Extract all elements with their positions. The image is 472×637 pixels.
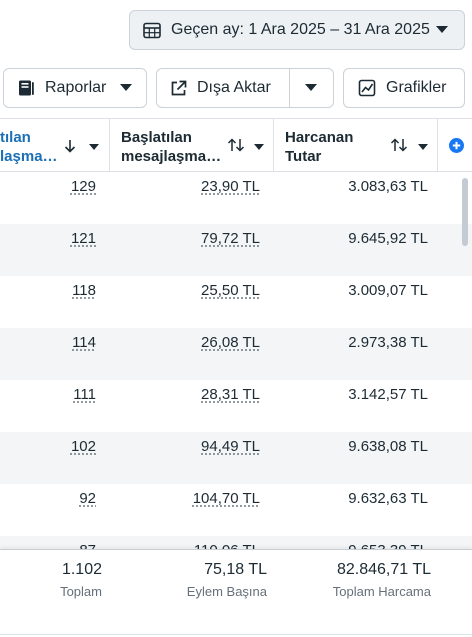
export-icon: [171, 80, 187, 95]
charts-label: Grafikler: [386, 79, 447, 96]
total-label: Eylem Başına: [186, 584, 267, 599]
cell-cost-per-result[interactable]: 25,50 TL: [201, 282, 260, 299]
table-row[interactable]: 92 104,70 TL 9.632,63 TL: [0, 484, 472, 536]
sort-descending-icon[interactable]: [64, 139, 76, 153]
column-header-label: Başlatılan mesajlaşma…: [121, 129, 222, 165]
caret-down-icon: [436, 26, 448, 33]
cell-amount-spent: 9.638,08 TL: [348, 438, 428, 455]
vertical-scrollbar[interactable]: [462, 178, 468, 246]
cell-cost-per-result[interactable]: 104,70 TL: [193, 490, 260, 507]
caret-down-icon[interactable]: [254, 144, 264, 150]
export-options-button[interactable]: [290, 69, 334, 107]
table-row[interactable]: 114 26,08 TL 2.973,38 TL: [0, 328, 472, 380]
cell-messaging-conversations[interactable]: 111: [73, 386, 96, 403]
chart-icon: [358, 79, 376, 97]
cell-cost-per-result[interactable]: 26,08 TL: [201, 334, 260, 351]
total-label: Toplam: [60, 584, 102, 599]
caret-down-icon: [120, 84, 133, 91]
charts-button[interactable]: Grafikler: [343, 68, 465, 108]
cell-amount-spent: 3.083,63 TL: [348, 178, 428, 195]
sort-icon[interactable]: [390, 138, 408, 152]
column-header-amount-spent[interactable]: Harcanan Tutar: [274, 119, 437, 171]
cell-amount-spent: 3.142,57 TL: [348, 386, 428, 403]
export-button[interactable]: Dışa Aktar: [157, 69, 290, 107]
cell-messaging-conversations[interactable]: 129: [71, 178, 96, 195]
cell-messaging-conversations[interactable]: 118: [72, 282, 96, 299]
total-messaging-conversations: 1.102: [61, 561, 102, 578]
cell-messaging-conversations[interactable]: 114: [72, 334, 96, 351]
caret-down-icon[interactable]: [89, 144, 99, 150]
date-range-label: Geçen ay: 1 Ara 2025 – 31 Ara 2025: [171, 21, 430, 38]
table-row[interactable]: 121 79,72 TL 9.645,92 TL: [0, 224, 472, 276]
column-header-cost-per-messaging[interactable]: Başlatılan mesajlaşma…: [110, 119, 273, 171]
cell-messaging-conversations[interactable]: 121: [71, 230, 96, 247]
column-header-messaging-conversations[interactable]: tılan laşma…: [0, 119, 109, 171]
calendar-icon: [143, 22, 161, 39]
export-button-group: Dışa Aktar: [156, 68, 334, 108]
column-divider: [109, 118, 110, 172]
table-row[interactable]: 111 28,31 TL 3.142,57 TL: [0, 380, 472, 432]
total-cost-per-result: 75,18 TL: [204, 561, 267, 578]
add-column-icon[interactable]: [449, 138, 464, 153]
sort-icon[interactable]: [227, 138, 245, 152]
cell-cost-per-result[interactable]: 79,72 TL: [201, 230, 260, 247]
cell-amount-spent: 9.645,92 TL: [348, 230, 428, 247]
column-divider: [437, 118, 438, 172]
cell-messaging-conversations[interactable]: 102: [71, 438, 96, 455]
caret-down-icon: [305, 84, 318, 91]
date-range-button[interactable]: Geçen ay: 1 Ara 2025 – 31 Ara 2025: [129, 10, 465, 50]
reports-icon: [19, 80, 34, 96]
reports-button[interactable]: Raporlar: [3, 68, 147, 108]
caret-down-icon[interactable]: [418, 144, 428, 150]
column-header-label: tılan laşma…: [0, 129, 58, 165]
export-label: Dışa Aktar: [197, 79, 271, 96]
reports-label: Raporlar: [45, 79, 107, 96]
cell-amount-spent: 3.009,07 TL: [348, 282, 428, 299]
divider: [0, 634, 472, 635]
total-label: Toplam Harcama: [332, 584, 431, 599]
table-row[interactable]: 102 94,49 TL 9.638,08 TL: [0, 432, 472, 484]
cell-amount-spent: 2.973,38 TL: [348, 334, 428, 351]
table-row[interactable]: 118 25,50 TL 3.009,07 TL: [0, 276, 472, 328]
total-amount-spent: 82.846,71 TL: [336, 561, 431, 578]
totals-row: 1.102 Toplam 75,18 TL Eylem Başına 82.84…: [0, 549, 472, 637]
cell-cost-per-result[interactable]: 94,49 TL: [201, 438, 260, 455]
cell-messaging-conversations[interactable]: 92: [79, 490, 96, 507]
cell-cost-per-result[interactable]: 28,31 TL: [201, 386, 260, 403]
cell-cost-per-result[interactable]: 23,90 TL: [201, 178, 260, 195]
column-header-label: Harcanan Tutar: [285, 129, 354, 165]
column-divider: [273, 118, 274, 172]
cell-amount-spent: 9.632,63 TL: [348, 490, 428, 507]
table-row[interactable]: 129 23,90 TL 3.083,63 TL: [0, 172, 472, 224]
table-header: tılan laşma… Başlatılan mesajlaşma… Harc…: [0, 118, 472, 172]
